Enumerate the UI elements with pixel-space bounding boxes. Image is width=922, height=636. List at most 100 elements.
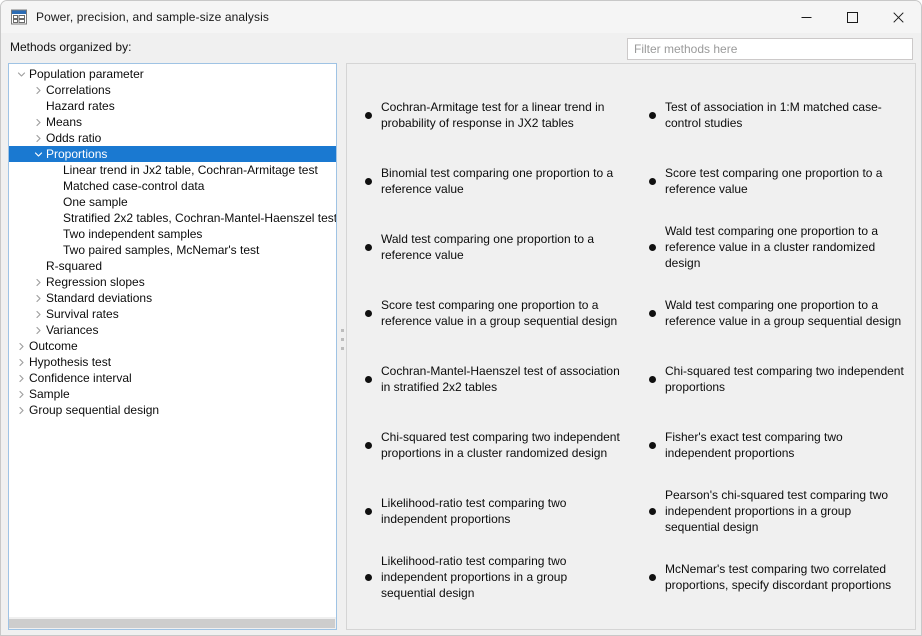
method-label: Score test comparing one proportion to a…: [665, 166, 883, 196]
method-list-item[interactable]: McNemar's test comparing two correlated …: [631, 544, 915, 610]
tree-item-label: Regression slopes: [46, 275, 145, 289]
splitter-grip-icon: [341, 329, 344, 362]
methods-organized-by-label: Methods organized by:: [10, 40, 132, 54]
chevron-right-icon[interactable]: [31, 134, 46, 143]
tree-item-label: Hypothesis test: [29, 355, 112, 369]
methods-tree-panel: Population parameter Correlations Hazard r…: [8, 63, 337, 630]
method-list-item[interactable]: Chi-squared test comparing two independe…: [347, 412, 631, 478]
methods-tree[interactable]: Population parameter Correlations Hazard r…: [9, 66, 336, 617]
tree-item[interactable]: Sample: [9, 386, 336, 402]
tree-item[interactable]: Proportions: [9, 146, 336, 162]
tree-item-label: Sample: [29, 387, 70, 401]
chevron-right-icon[interactable]: [14, 390, 29, 399]
method-list-item[interactable]: Chi-squared test comparing two independe…: [631, 346, 915, 412]
method-label: Score test comparing one proportion to a…: [381, 298, 618, 328]
tree-item[interactable]: Two independent samples: [9, 226, 336, 242]
tree-item[interactable]: Regression slopes: [9, 274, 336, 290]
tree-item[interactable]: Survival rates: [9, 306, 336, 322]
maximize-icon: [846, 11, 858, 23]
chevron-right-icon[interactable]: [31, 326, 46, 335]
bullet-icon: [365, 177, 372, 185]
chevron-right-icon[interactable]: [31, 118, 46, 127]
method-list-item[interactable]: Binomial test comparing one proportion t…: [347, 148, 631, 214]
chevron-right-icon[interactable]: [14, 358, 29, 367]
chevron-right-icon[interactable]: [31, 86, 46, 95]
tree-item[interactable]: Two paired samples, McNemar's test: [9, 242, 336, 258]
bullet-icon: [649, 375, 656, 383]
tree-item[interactable]: Outcome: [9, 338, 336, 354]
tree-scrollbar-thumb[interactable]: [9, 619, 335, 628]
filter-methods-input[interactable]: [627, 38, 913, 60]
method-list-item[interactable]: Likelihood-ratio test comparing two inde…: [347, 544, 631, 610]
chevron-right-icon[interactable]: [31, 278, 46, 287]
tree-item[interactable]: Odds ratio: [9, 130, 336, 146]
tree-item[interactable]: Group sequential design: [9, 402, 336, 418]
tree-item[interactable]: Correlations: [9, 82, 336, 98]
method-label: Wald test comparing one proportion to a …: [665, 224, 879, 270]
tree-item-label: Survival rates: [46, 307, 119, 321]
tree-horizontal-scrollbar[interactable]: [9, 617, 336, 629]
chevron-right-icon[interactable]: [31, 294, 46, 303]
window-title: Power, precision, and sample-size analys…: [36, 10, 269, 24]
chevron-right-icon[interactable]: [14, 342, 29, 351]
minimize-button[interactable]: [783, 1, 829, 33]
chevron-right-icon[interactable]: [14, 406, 29, 415]
tree-item-label: Standard deviations: [46, 291, 153, 305]
tree-item[interactable]: R-squared: [9, 258, 336, 274]
method-label: Wald test comparing one proportion to a …: [381, 232, 595, 262]
bullet-icon: [649, 177, 656, 185]
method-list-item[interactable]: Wald test comparing one proportion to a …: [631, 280, 915, 346]
tree-item-label: Two independent samples: [63, 227, 203, 241]
tree-item[interactable]: Standard deviations: [9, 290, 336, 306]
bullet-icon: [365, 309, 372, 317]
method-list-item[interactable]: Score test comparing one proportion to a…: [347, 280, 631, 346]
method-list-item[interactable]: Test of association in 1:M matched case-…: [631, 82, 915, 148]
method-list-item[interactable]: Score test comparing one proportion to a…: [631, 148, 915, 214]
tree-item-label: Variances: [46, 323, 99, 337]
method-list-item[interactable]: Likelihood-ratio test comparing two inde…: [347, 478, 631, 544]
method-label: Cochran-Mantel-Haenszel test of associat…: [381, 364, 620, 394]
tree-item[interactable]: Population parameter: [9, 66, 336, 82]
tree-item-label: Group sequential design: [29, 403, 160, 417]
method-list-item[interactable]: Wald test comparing one proportion to a …: [631, 214, 915, 280]
bullet-icon: [649, 309, 656, 317]
minimize-icon: [801, 16, 811, 18]
method-list-item[interactable]: Wald test comparing one proportion to a …: [347, 214, 631, 280]
bullet-icon: [365, 507, 372, 515]
close-button[interactable]: [875, 1, 921, 33]
tree-item[interactable]: Stratified 2x2 tables, Cochran-Mantel-Ha…: [9, 210, 336, 226]
tree-item-label: Two paired samples, McNemar's test: [63, 243, 260, 257]
method-list-item[interactable]: Fisher's exact test comparing two indepe…: [631, 412, 915, 478]
tree-item-label: Means: [46, 115, 83, 129]
method-list-item[interactable]: Cochran-Armitage test for a linear trend…: [347, 82, 631, 148]
tree-item[interactable]: Hazard rates: [9, 98, 336, 114]
chevron-right-icon[interactable]: [31, 310, 46, 319]
method-list-item[interactable]: McNemar's test comparing two correlated …: [347, 610, 631, 629]
method-label: McNemar's test comparing two correlated …: [381, 627, 621, 629]
method-label: Binomial test comparing one proportion t…: [381, 166, 614, 196]
method-list-item[interactable]: Cochran-Mantel-Haenszel test of associat…: [347, 346, 631, 412]
bullet-icon: [649, 243, 656, 251]
tree-item[interactable]: Confidence interval: [9, 370, 336, 386]
maximize-button[interactable]: [829, 1, 875, 33]
tree-item[interactable]: Linear trend in Jx2 table, Cochran-Armit…: [9, 162, 336, 178]
method-label: Likelihood-ratio test comparing two inde…: [381, 496, 567, 526]
bullet-icon: [649, 507, 656, 515]
method-label: McNemar's test comparing two correlated …: [665, 562, 892, 592]
title-bar: Power, precision, and sample-size analys…: [1, 1, 921, 33]
tree-item[interactable]: Variances: [9, 322, 336, 338]
tree-item[interactable]: Means: [9, 114, 336, 130]
tree-item-label: One sample: [63, 195, 128, 209]
tree-item[interactable]: Hypothesis test: [9, 354, 336, 370]
chevron-down-icon[interactable]: [14, 70, 29, 79]
tree-item[interactable]: One sample: [9, 194, 336, 210]
bullet-icon: [365, 375, 372, 383]
method-list-item[interactable]: Pearson's chi-squared test comparing two…: [631, 478, 915, 544]
tree-item-label: Hazard rates: [46, 99, 115, 113]
method-label: Fisher's exact test comparing two indepe…: [665, 430, 843, 460]
tree-item[interactable]: Matched case-control data: [9, 178, 336, 194]
method-label: Cochran-Armitage test for a linear trend…: [381, 100, 605, 130]
chevron-right-icon[interactable]: [14, 374, 29, 383]
method-label: Pearson's chi-squared test comparing two…: [665, 488, 889, 534]
chevron-down-icon[interactable]: [31, 150, 46, 159]
